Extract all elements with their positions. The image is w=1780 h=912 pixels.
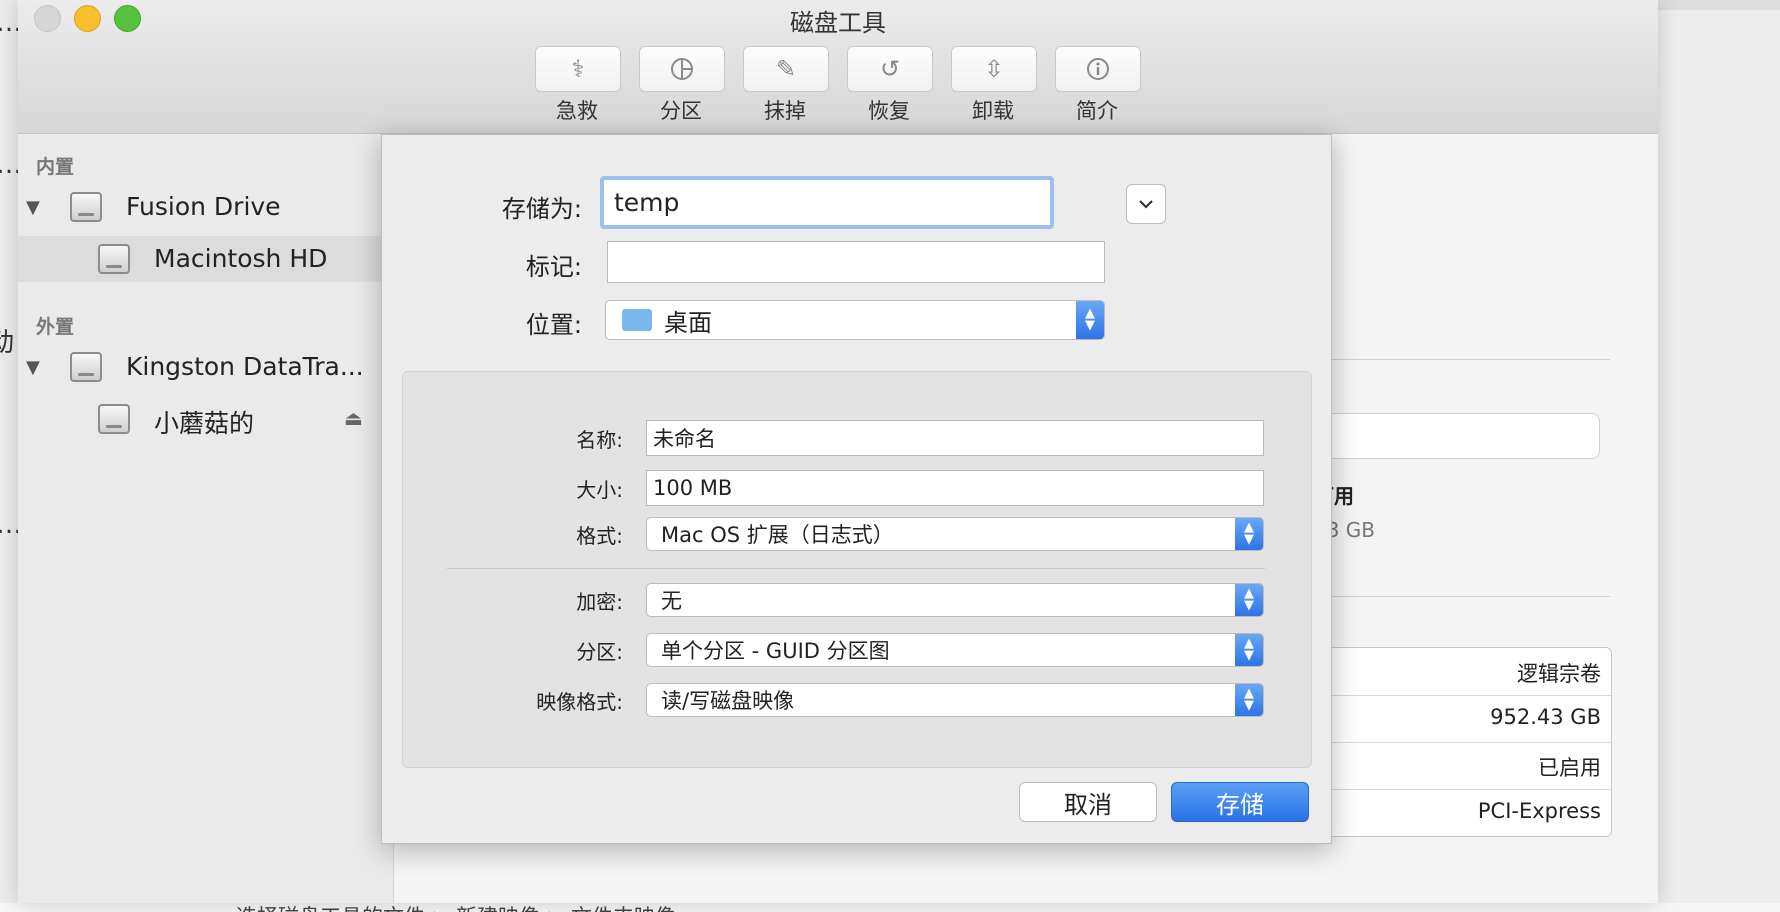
encryption-popup[interactable]: 无 ▲ ▼	[646, 583, 1264, 617]
info-icon	[1087, 58, 1109, 80]
info-label: 简介	[1076, 99, 1118, 123]
partitions-value: 单个分区 - GUID 分区图	[661, 639, 890, 663]
stepper-arrows-icon: ▲ ▼	[1235, 518, 1263, 550]
info-row: PCI-Express	[1309, 789, 1611, 836]
background-window-right	[1658, 0, 1780, 912]
window-title: 磁盘工具	[790, 9, 886, 37]
encryption-label: 加密:	[576, 590, 623, 614]
stepper-arrows-icon: ▲ ▼	[1076, 301, 1104, 339]
restore-button[interactable]: ↺	[847, 46, 933, 92]
stepper-arrows-icon: ▲ ▼	[1235, 584, 1263, 616]
image-format-label: 映像格式:	[536, 690, 623, 714]
first-aid-label: 急救	[556, 99, 598, 123]
format-value: Mac OS 扩展（日志式）	[661, 523, 894, 547]
background-text: 动	[0, 328, 15, 358]
format-popup[interactable]: Mac OS 扩展（日志式） ▲ ▼	[646, 517, 1264, 551]
stepper-arrows-icon: ▲ ▼	[1235, 634, 1263, 666]
sidebar: 内置 ▼ Fusion Drive Macintosh HD 外置 ▼ King…	[18, 134, 394, 903]
partition-button[interactable]	[639, 46, 725, 92]
pie-icon	[671, 58, 693, 80]
panel-divider	[447, 568, 1265, 569]
chevron-down-icon	[1139, 200, 1153, 209]
titlebar: 磁盘工具 ⚕ 急救 分区 ✎ 抹掉 ↺ 恢复 ⇳ 卸载 简介	[18, 0, 1658, 134]
format-label: 格式:	[576, 524, 623, 548]
unmount-label: 卸载	[972, 99, 1014, 123]
external-volume-icon	[98, 404, 130, 434]
partitions-label: 分区:	[576, 640, 623, 664]
where-label: 位置:	[525, 311, 582, 339]
save-button[interactable]: 存储	[1171, 782, 1309, 822]
erase-label: 抹掉	[764, 99, 806, 123]
restore-icon: ↺	[879, 55, 901, 83]
sidebar-section-internal: 内置	[36, 156, 75, 178]
save-image-sheet: 存储为: temp 标记: 位置: 桌面 ▲ ▼ 名称: 未命名 大小: 100 …	[381, 134, 1332, 844]
first-aid-button[interactable]: ⚕	[535, 46, 621, 92]
erase-button[interactable]: ✎	[743, 46, 829, 92]
volume-disk-icon	[98, 244, 130, 274]
encryption-value: 无	[661, 589, 682, 613]
save-as-label: 存储为:	[501, 195, 582, 223]
internal-disk-icon	[70, 192, 102, 222]
restore-label: 恢复	[868, 99, 910, 123]
cancel-button[interactable]: 取消	[1019, 782, 1157, 822]
tags-label: 标记:	[525, 253, 582, 281]
stethoscope-icon: ⚕	[571, 55, 585, 83]
info-value: 已启用	[1538, 756, 1601, 780]
info-row: 已启用	[1309, 742, 1611, 790]
detail-divider	[1308, 359, 1610, 360]
unmount-icon: ⇳	[983, 55, 1005, 83]
info-button[interactable]	[1055, 46, 1141, 92]
folder-icon	[622, 309, 652, 331]
save-as-input[interactable]: temp	[600, 176, 1054, 229]
info-table: 逻辑宗卷 ： 952.43 GB 已启用 PCI-Express	[1308, 647, 1612, 837]
image-format-popup[interactable]: 读/写磁盘映像 ▲ ▼	[646, 683, 1264, 717]
info-value: 逻辑宗卷	[1517, 662, 1601, 686]
where-popup[interactable]: 桌面 ▲ ▼	[605, 300, 1105, 340]
sidebar-item-kingston[interactable]: Kingston DataTra...	[126, 352, 364, 381]
background-window-right-edge	[1658, 0, 1780, 10]
size-label: 大小:	[576, 478, 623, 502]
image-size-input[interactable]: 100 MB	[646, 470, 1264, 506]
sidebar-item-macintosh-hd[interactable]: Macintosh HD	[154, 244, 327, 273]
sidebar-section-external: 外置	[36, 316, 75, 338]
disk-utility-window: 磁盘工具 ⚕ 急救 分区 ✎ 抹掉 ↺ 恢复 ⇳ 卸载 简介 内置 ▼ Fusi…	[18, 0, 1658, 903]
info-value: PCI-Express	[1477, 799, 1601, 823]
tags-input[interactable]	[607, 241, 1105, 283]
eject-icon[interactable]: ⏏	[344, 406, 363, 430]
partitions-popup[interactable]: 单个分区 - GUID 分区图 ▲ ▼	[646, 633, 1264, 667]
partition-label: 分区	[660, 99, 702, 123]
info-row: 逻辑宗卷	[1309, 648, 1611, 696]
image-name-input[interactable]: 未命名	[646, 420, 1264, 456]
disclosure-triangle-icon[interactable]: ▼	[26, 357, 40, 378]
info-row: ： 952.43 GB	[1309, 695, 1611, 743]
external-disk-icon	[70, 352, 102, 382]
sidebar-item-fusion-drive[interactable]: Fusion Drive	[126, 192, 281, 221]
expand-dialog-button[interactable]	[1126, 184, 1166, 224]
name-label: 名称:	[576, 428, 623, 452]
usage-bar	[1308, 413, 1600, 459]
stepper-arrows-icon: ▲ ▼	[1235, 684, 1263, 716]
erase-icon: ✎	[775, 55, 797, 83]
background-window-bottom: 选择磁盘工具的文件 > 新建映像 > 文件夹映像	[0, 903, 1780, 912]
info-value: 952.43 GB	[1490, 705, 1601, 729]
disclosure-triangle-icon[interactable]: ▼	[26, 197, 40, 218]
sidebar-item-mushroom[interactable]: 小蘑菇的	[154, 404, 254, 440]
image-options-panel: 名称: 未命名 大小: 100 MB 格式: Mac OS 扩展（日志式） ▲ ▼…	[402, 371, 1312, 768]
unmount-button[interactable]: ⇳	[951, 46, 1037, 92]
background-window-left: … … 动 …	[0, 0, 22, 912]
image-format-value: 读/写磁盘映像	[661, 689, 795, 713]
detail-divider	[1308, 596, 1610, 597]
where-value: 桌面	[664, 308, 712, 337]
